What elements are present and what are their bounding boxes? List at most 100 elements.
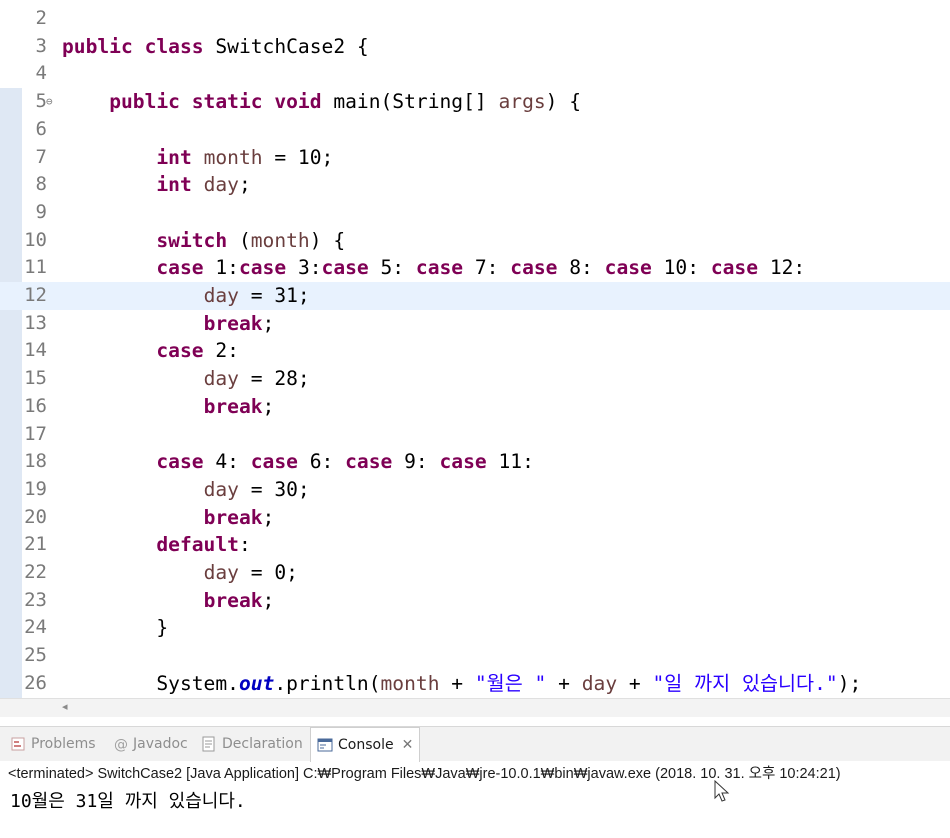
code-line[interactable]: 7 int month = 10; xyxy=(0,144,950,172)
code-text[interactable]: int day; xyxy=(62,171,250,199)
code-token: "일 까지 있습니다." xyxy=(652,671,838,695)
code-line[interactable]: 2 xyxy=(0,5,950,33)
code-text[interactable]: case 2: xyxy=(62,337,239,365)
code-token: case xyxy=(510,256,570,280)
code-token: day xyxy=(581,671,618,695)
code-text[interactable]: System.out.println(month + "월은 " + day +… xyxy=(62,670,861,698)
bottom-panel-tabbar: Problems @ Javadoc Declaration Console ✕ xyxy=(0,726,950,762)
line-number: 13 xyxy=(24,311,47,334)
code-line[interactable]: 20 break; xyxy=(0,504,950,532)
code-line[interactable]: 16 break; xyxy=(0,393,950,421)
code-text[interactable]: public class SwitchCase2 { xyxy=(62,33,369,61)
code-token: } xyxy=(62,616,169,640)
code-token: 8: xyxy=(569,256,605,280)
line-number: 17 xyxy=(24,422,47,445)
code-token: case xyxy=(238,256,298,280)
code-line[interactable]: 13 break; xyxy=(0,310,950,338)
code-text[interactable]: break; xyxy=(62,310,275,338)
code-line[interactable]: 8 int day; xyxy=(0,171,950,199)
code-token: 6: xyxy=(309,450,346,474)
code-text[interactable]: break; xyxy=(62,393,275,421)
code-editor[interactable]: 2 3 public class SwitchCase2 {4 5 ⊖ public s… xyxy=(0,0,950,718)
code-text[interactable]: day = 30; xyxy=(62,476,310,504)
code-line[interactable]: 10 switch (month) { xyxy=(0,227,950,255)
code-line[interactable]: 11 case 1:case 3:case 5: case 7: case 8:… xyxy=(0,254,950,282)
line-number: 19 xyxy=(24,477,47,500)
code-token: break xyxy=(203,505,263,529)
code-token: switch xyxy=(156,228,239,252)
code-line[interactable]: 4 xyxy=(0,60,950,88)
code-token: case xyxy=(710,256,770,280)
tab-declaration[interactable]: Declaration xyxy=(201,727,303,761)
code-token: case xyxy=(439,450,499,474)
code-line[interactable]: 17 xyxy=(0,421,950,449)
svg-text:@: @ xyxy=(114,737,128,752)
code-line[interactable]: 24 } xyxy=(0,614,950,642)
line-number: 16 xyxy=(24,394,47,417)
tab-javadoc[interactable]: @ Javadoc xyxy=(112,727,188,761)
code-text[interactable]: switch (month) { xyxy=(62,227,345,255)
tab-console[interactable]: Console ✕ xyxy=(310,727,421,762)
code-token: = 30; xyxy=(238,477,310,501)
code-text[interactable]: } xyxy=(62,614,168,642)
code-text[interactable]: day = 28; xyxy=(62,365,310,393)
code-line[interactable]: 9 xyxy=(0,199,950,227)
code-line[interactable]: 25 xyxy=(0,642,950,670)
code-line[interactable]: 23 break; xyxy=(0,587,950,615)
code-line[interactable]: 12 day = 31; xyxy=(0,282,950,310)
code-text[interactable]: break; xyxy=(62,587,275,615)
code-token: 3: xyxy=(297,256,322,280)
line-number: 23 xyxy=(24,588,47,611)
line-number: 6 xyxy=(35,117,47,140)
tab-problems-label: Problems xyxy=(31,736,96,752)
console-output[interactable]: 10월은 31일 까지 있습니다. xyxy=(10,787,246,813)
code-token: ; xyxy=(262,588,275,612)
code-token: month xyxy=(380,671,440,695)
code-token: = 10; xyxy=(262,145,334,169)
code-text[interactable]: public static void main(String[] args) { xyxy=(62,88,581,116)
code-text[interactable]: int month = 10; xyxy=(62,144,333,172)
code-token: case xyxy=(250,450,310,474)
code-token: main(String[] xyxy=(333,90,499,114)
code-text[interactable]: day = 31; xyxy=(62,282,310,310)
code-text[interactable]: case 4: case 6: case 9: case 11: xyxy=(62,448,534,476)
code-line[interactable]: 21 default: xyxy=(0,531,950,559)
code-token: case xyxy=(156,339,216,363)
code-text[interactable]: default: xyxy=(62,531,250,559)
line-number: 4 xyxy=(35,62,47,85)
javadoc-icon: @ xyxy=(112,736,128,753)
code-token: SwitchCase2 { xyxy=(215,34,369,58)
code-text[interactable]: case 1:case 3:case 5: case 7: case 8: ca… xyxy=(62,254,805,282)
code-token: case xyxy=(321,256,381,280)
code-line[interactable]: 6 xyxy=(0,116,950,144)
code-token: = 31; xyxy=(238,284,310,307)
code-line[interactable]: 18 case 4: case 6: case 9: case 11: xyxy=(0,448,950,476)
code-line[interactable]: 3 public class SwitchCase2 { xyxy=(0,33,950,61)
code-text[interactable]: break; xyxy=(62,504,275,532)
problems-icon xyxy=(10,736,26,752)
code-line[interactable]: 26 System.out.println(month + "월은 " + da… xyxy=(0,670,950,698)
scroll-left-arrow-icon[interactable]: ◂ xyxy=(62,700,68,713)
code-line[interactable]: 19 day = 30; xyxy=(0,476,950,504)
tab-problems[interactable]: Problems xyxy=(10,727,96,761)
code-line[interactable]: 15 day = 28; xyxy=(0,365,950,393)
close-icon[interactable]: ✕ xyxy=(402,737,414,753)
code-token: case xyxy=(604,256,664,280)
tab-declaration-label: Declaration xyxy=(222,736,303,752)
code-text[interactable]: day = 0; xyxy=(62,559,298,587)
code-line[interactable]: 5 ⊖ public static void main(String[] args… xyxy=(0,88,950,116)
code-line[interactable]: 14 case 2: xyxy=(0,337,950,365)
horizontal-scrollbar[interactable]: ◂ xyxy=(0,698,950,717)
code-line[interactable]: 22 day = 0; xyxy=(0,559,950,587)
code-token: ; xyxy=(262,505,275,529)
line-number: 15 xyxy=(24,367,47,390)
fold-toggle-icon[interactable]: ⊖ xyxy=(46,88,53,116)
code-token: 10: xyxy=(663,256,711,280)
code-token: public class xyxy=(62,34,216,58)
declaration-icon xyxy=(201,736,217,752)
code-token: break xyxy=(203,588,263,612)
